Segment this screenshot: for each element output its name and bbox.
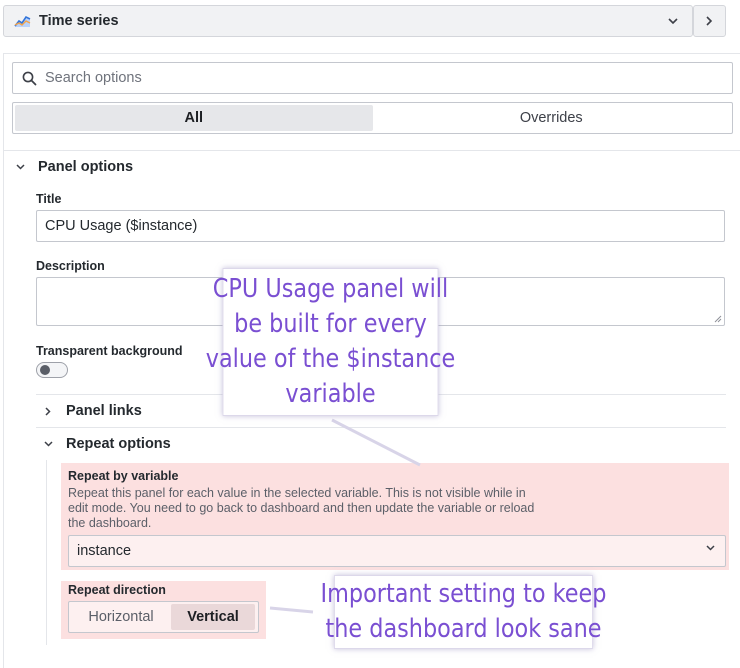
divider <box>3 150 740 151</box>
panel-options-header[interactable]: Panel options <box>12 159 133 175</box>
repeat-variable-value: instance <box>77 543 132 559</box>
chevron-down-icon <box>40 441 56 447</box>
repeat-direction-label: Repeat direction <box>68 583 166 597</box>
collapse-options-button[interactable] <box>693 5 726 37</box>
annotation-line: value of the $instance <box>205 344 456 374</box>
divider <box>36 427 726 428</box>
annotation-line: be built for every <box>234 309 427 339</box>
chevron-right-icon <box>40 406 56 416</box>
time-series-icon <box>14 15 31 27</box>
direction-horizontal-button[interactable]: Horizontal <box>71 604 171 630</box>
annotation-line: variable <box>285 379 376 409</box>
panel-links-heading: Panel links <box>66 403 142 419</box>
annotation-note-direction: Important setting to keep the dashboard … <box>320 575 607 649</box>
transparent-background-toggle[interactable] <box>36 362 68 378</box>
title-label: Title <box>36 192 62 206</box>
annotation-line: the dashboard look sane <box>325 614 602 644</box>
resize-handle-icon[interactable] <box>714 315 722 323</box>
repeat-options-heading: Repeat options <box>66 436 171 452</box>
search-input[interactable] <box>45 70 705 86</box>
transparent-background-label: Transparent background <box>36 344 183 358</box>
direction-vertical-button[interactable]: Vertical <box>171 604 255 630</box>
chevron-right-icon <box>706 16 713 26</box>
annotation-line: CPU Usage panel will <box>212 274 449 304</box>
panel-options-heading: Panel options <box>38 159 134 175</box>
tab-all[interactable]: All <box>15 105 373 131</box>
visualization-picker[interactable]: Time series <box>3 5 693 37</box>
search-icon <box>22 71 37 85</box>
tab-overrides[interactable]: Overrides <box>373 105 731 131</box>
description-label: Description <box>36 259 105 273</box>
chevron-down-icon <box>706 545 715 551</box>
search-box[interactable] <box>12 62 733 94</box>
options-tabs: All Overrides <box>12 102 733 134</box>
chevron-down-icon <box>12 164 28 170</box>
repeat-variable-select[interactable]: instance <box>68 535 726 567</box>
chevron-down-icon[interactable] <box>660 6 686 36</box>
annotation-line: Important setting to keep <box>320 579 607 609</box>
repeat-by-variable-label: Repeat by variable <box>68 469 179 483</box>
repeat-by-variable-description: Repeat this panel for each value in the … <box>68 486 535 530</box>
title-field[interactable]: CPU Usage ($instance) <box>36 210 725 242</box>
annotation-note-instance: CPU Usage panel will be built for every … <box>206 268 455 416</box>
toggle-knob <box>40 365 50 375</box>
repeat-options-indent-line <box>46 460 47 645</box>
visualization-name: Time series <box>39 13 119 29</box>
repeat-direction-control: Horizontal Vertical <box>68 601 259 633</box>
panel-links-header[interactable]: Panel links <box>40 403 142 419</box>
repeat-options-header[interactable]: Repeat options <box>40 436 171 452</box>
